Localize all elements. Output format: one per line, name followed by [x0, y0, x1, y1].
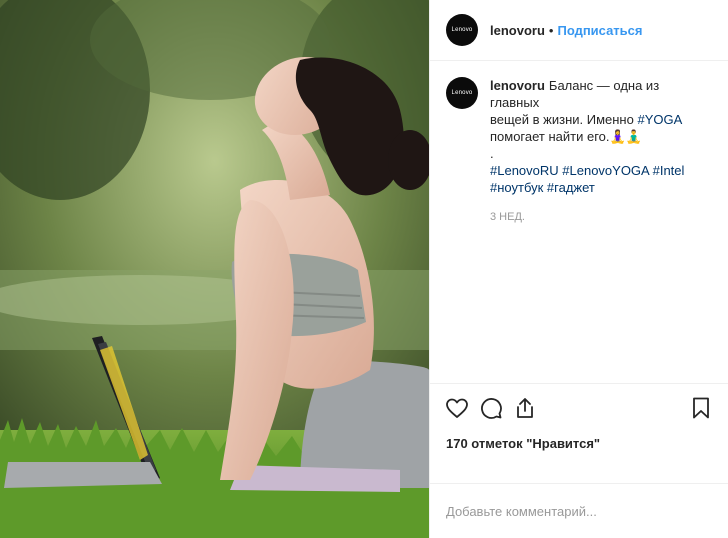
hashtags-line-1[interactable]: #LenovoRU #LenovoYOGA #Intel	[490, 162, 690, 179]
action-bar	[430, 383, 728, 431]
caption-area: Lenovo lenovoru Баланс — одна из главных …	[430, 61, 728, 383]
post-photo[interactable]	[0, 0, 429, 538]
follow-button[interactable]: Подписаться	[557, 23, 642, 38]
post-header: Lenovo lenovoru • Подписаться	[430, 0, 728, 61]
comment-button[interactable]	[474, 391, 508, 425]
yoga-photo-illustration	[0, 0, 429, 538]
caption-line-3: помогает найти его.🧘‍♀️🧘‍♂️	[490, 129, 642, 144]
heart-icon	[446, 398, 468, 418]
comment-box	[430, 483, 728, 538]
caption-line-4: .	[490, 146, 494, 161]
share-button[interactable]	[508, 391, 542, 425]
caption-line-2: вещей в жизни. Именно #YOGA	[490, 111, 690, 128]
username-link[interactable]: lenovoru	[490, 23, 545, 38]
caption-row: Lenovo lenovoru Баланс — одна из главных …	[446, 77, 712, 196]
comment-icon	[481, 397, 502, 419]
bookmark-icon	[693, 397, 709, 418]
post-time-ago[interactable]: 3 нед.	[490, 211, 712, 223]
post-side-panel: Lenovo lenovoru • Подписаться Lenovo len…	[429, 0, 728, 538]
hashtag-link-yoga[interactable]: #YOGA	[637, 112, 682, 127]
hashtags-line-2[interactable]: #ноутбук #гаджет	[490, 179, 690, 196]
caption-text-2: вещей в жизни. Именно	[490, 112, 638, 127]
caption-avatar[interactable]: Lenovo	[446, 77, 478, 109]
avatar-logo-text: Lenovo	[451, 27, 473, 33]
avatar[interactable]: Lenovo	[446, 14, 478, 46]
likes-count[interactable]: 170 отметок "Нравится"	[430, 431, 728, 456]
separator-dot: •	[548, 22, 554, 38]
share-icon	[517, 397, 533, 418]
caption-avatar-logo-text: Lenovo	[451, 90, 473, 96]
caption-text: lenovoru Баланс — одна из главных вещей в…	[490, 77, 690, 196]
comment-input[interactable]	[446, 503, 712, 519]
caption-line-1: lenovoru Баланс — одна из главных	[490, 77, 690, 111]
like-button[interactable]	[440, 391, 474, 425]
instagram-post: Lenovo lenovoru • Подписаться Lenovo len…	[0, 0, 728, 538]
save-button[interactable]	[684, 391, 718, 425]
caption-username-link[interactable]: lenovoru	[490, 78, 545, 93]
